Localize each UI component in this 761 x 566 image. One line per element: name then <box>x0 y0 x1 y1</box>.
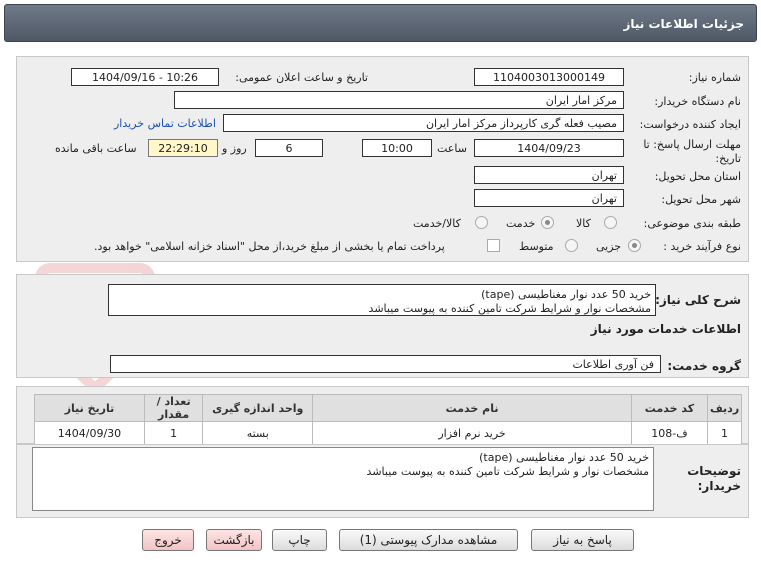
payment-note: پرداخت تمام یا بخشی از مبلغ خرید،از محل … <box>94 240 445 253</box>
table-cell: 1 <box>143 421 204 446</box>
service-group-field: فن آوری اطلاعات <box>110 355 661 373</box>
back-button[interactable]: بازگشت <box>206 529 262 551</box>
category-option-goods: کالا <box>576 217 591 230</box>
table-cell: 1404/09/30 <box>34 421 145 446</box>
table-cell: بسته <box>202 421 314 446</box>
page-title: جزئیات اطلاعات نیاز <box>623 17 744 31</box>
column-header: نام خدمت <box>312 394 632 422</box>
remaining-time-label: ساعت باقی مانده <box>55 142 137 155</box>
buyer-notes-textarea[interactable]: خرید 50 عدد نوار مغناطیسی (tape) مشخصات … <box>32 447 654 511</box>
table-cell: خرید نرم افزار <box>312 421 632 446</box>
column-header: تاریخ نیاز <box>34 394 145 422</box>
exit-button[interactable]: خروج <box>142 529 194 551</box>
process-option-minor: جزیی <box>596 240 622 253</box>
days-remaining-field: 6 <box>255 139 323 157</box>
process-label: نوع فرآیند خرید : <box>663 240 741 253</box>
column-header: کد خدمت <box>630 394 709 422</box>
column-header: واحد اندازه گیری <box>202 394 314 422</box>
category-radio-goods[interactable] <box>604 216 617 229</box>
service-group-label: گروه خدمت: <box>667 359 741 373</box>
province-label: استان محل تحویل: <box>654 170 741 183</box>
reply-button[interactable]: پاسخ به نیاز <box>531 529 634 551</box>
city-label: شهر محل تحویل: <box>661 193 741 206</box>
process-radio-minor[interactable] <box>628 239 641 252</box>
deadline-date-field: 1404/09/23 <box>474 139 624 157</box>
page-header: جزئیات اطلاعات نیاز <box>4 4 757 42</box>
process-option-medium: متوسط <box>519 240 554 253</box>
category-radio-goods-service[interactable] <box>475 216 488 229</box>
treasury-bond-checkbox[interactable] <box>487 239 500 252</box>
process-radio-medium[interactable] <box>565 239 578 252</box>
category-radio-service[interactable] <box>541 216 554 229</box>
announce-label: تاریخ و ساعت اعلان عمومی: <box>235 71 368 84</box>
category-option-goods-service: کالا/خدمت <box>413 217 461 230</box>
announce-datetime-field: 1404/09/16 - 10:26 <box>71 68 219 86</box>
buyer-notes-label: توضیحات خریدار: <box>687 464 741 493</box>
buyer-contact-link[interactable]: اطلاعات تماس خریدار <box>114 117 216 130</box>
buyer-org-label: نام دستگاه خریدار: <box>654 95 741 108</box>
table-row: 1 ف-108 خرید نرم افزار بسته 1 1404/09/30 <box>34 421 742 446</box>
creator-field: مصیب فعله گری کارپرداز مرکز امار ایران <box>223 114 624 132</box>
category-label: طبقه بندی موضوعی: <box>643 217 741 230</box>
need-number-label: شماره نیاز: <box>688 71 741 84</box>
need-info-panel <box>16 56 749 262</box>
print-button[interactable]: چاپ <box>272 529 327 551</box>
summary-label: شرح کلی نیاز: <box>655 293 741 307</box>
services-table-header: ردیف کد خدمت نام خدمت واحد اندازه گیری ت… <box>34 394 742 422</box>
services-heading: اطلاعات خدمات مورد نیاز <box>590 322 741 336</box>
column-header: ردیف <box>707 394 742 422</box>
remaining-time-field: 22:29:10 <box>148 139 218 157</box>
city-field: تهران <box>474 189 624 207</box>
services-table: ردیف کد خدمت نام خدمت واحد اندازه گیری ت… <box>34 394 742 446</box>
deadline-time-label: ساعت <box>437 142 467 155</box>
buyer-org-field: مرکز امار ایران <box>174 91 624 109</box>
need-number-field: 1104003013000149 <box>474 68 624 86</box>
deadline-label: مهلت ارسال پاسخ: تا تاریخ: <box>643 138 741 165</box>
creator-label: ایجاد کننده درخواست: <box>639 118 741 131</box>
deadline-time-field: 10:00 <box>362 139 432 157</box>
view-attachments-button[interactable]: مشاهده مدارک پیوستی (1) <box>339 529 518 551</box>
summary-textarea[interactable]: خرید 50 عدد نوار مغناطیسی (tape) مشخصات … <box>108 284 656 316</box>
table-cell: ف-108 <box>630 421 709 446</box>
days-label: روز و <box>222 142 247 155</box>
category-option-service: خدمت <box>506 217 536 230</box>
column-header: تعداد / مقدار <box>143 394 204 422</box>
province-field: تهران <box>474 166 624 184</box>
table-cell: 1 <box>707 421 742 446</box>
